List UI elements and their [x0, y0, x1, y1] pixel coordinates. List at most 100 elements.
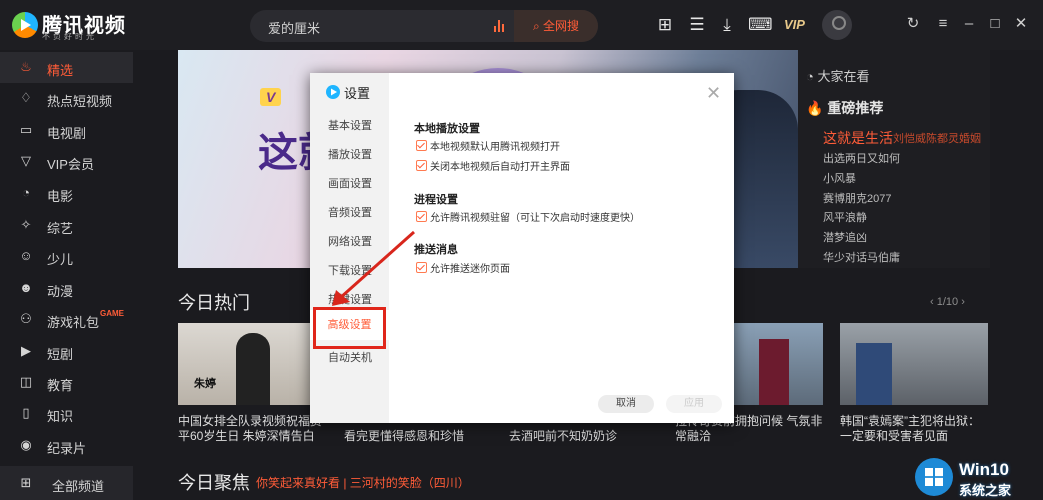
checkbox-checked-icon[interactable] — [416, 262, 427, 273]
maximize-icon[interactable]: □ — [986, 15, 1004, 33]
option-default-open[interactable]: 本地视频默认用腾讯视频打开 — [416, 138, 560, 153]
refresh-icon[interactable]: ↻ — [904, 15, 922, 33]
recommend-label: 重磅推荐 — [827, 100, 884, 116]
settings-nav-basic[interactable]: 基本设置 — [328, 117, 372, 133]
sidebar-item-vip[interactable]: ▽ VIP会员 — [0, 146, 133, 177]
add-video-icon[interactable]: ⊞ — [654, 14, 676, 36]
vip-badge[interactable]: VIP — [784, 17, 805, 32]
section-title-focus-today: 今日聚焦 — [178, 473, 250, 493]
trending-item[interactable]: 风平浪静 — [823, 209, 867, 225]
game-badge: GAME — [100, 309, 124, 318]
recommend-header: 🔥 重磅推荐 — [806, 98, 883, 118]
checkbox-checked-icon[interactable] — [416, 160, 427, 171]
sidebar-item-label: 电影 — [47, 189, 74, 204]
sidebar-item-label: 短剧 — [47, 347, 74, 362]
tv-icon: ▭ — [19, 122, 33, 137]
sidebar-item-movie[interactable]: ◔ 电影 — [0, 178, 133, 209]
sidebar-item-knowledge[interactable]: ▯ 知识 — [0, 398, 133, 429]
watermark-sub: 系统之家 — [959, 483, 1012, 498]
close-dialog-icon[interactable]: ✕ — [706, 83, 721, 104]
search-all-button[interactable]: ⌕ 全网搜 — [514, 10, 598, 42]
player-figure — [759, 339, 789, 405]
tencent-video-logo-icon — [326, 85, 340, 99]
watermark: Win10 系统之家 — [915, 458, 1043, 500]
minimize-icon[interactable]: – — [960, 15, 978, 33]
video-caption[interactable]: 韩国“袁嫣案”主犯将出狱：一定要和受害者见面 — [840, 414, 990, 444]
settings-nav-download[interactable]: 下载设置 — [328, 262, 372, 278]
video-caption[interactable]: 看完更懂得感恩和珍惜 — [344, 429, 484, 444]
sidebar-item-documentary[interactable]: ◉ 纪录片 — [0, 430, 133, 461]
option-allow-resident[interactable]: 允许腾讯视频驻留（可让下次启动时速度更快） — [416, 209, 640, 224]
checkbox-checked-icon[interactable] — [416, 140, 427, 151]
sidebar-item-kids[interactable]: ☺ 少儿 — [0, 241, 133, 272]
video-thumbnail[interactable]: 朱婷 — [178, 323, 326, 405]
group-title-local-playback: 本地播放设置 — [414, 123, 480, 135]
windows-logo-icon — [915, 458, 953, 496]
play-icon: ▶ — [21, 343, 31, 358]
flame-icon: ♨ — [20, 59, 32, 74]
group-title-process: 进程设置 — [414, 194, 458, 206]
option-label: 允许推送迷你页面 — [430, 264, 510, 275]
close-window-icon[interactable]: ✕ — [1012, 15, 1030, 33]
fire-icon: 🔥 — [806, 100, 824, 116]
video-caption[interactable]: 去酒吧前不知奶奶诊 — [509, 429, 649, 444]
variety-icon: ✧ — [20, 217, 32, 232]
focus-tags[interactable]: 你笑起来真好看 | 三河村的笑脸（四川） — [256, 474, 470, 491]
education-icon: ◫ — [19, 374, 33, 389]
cancel-button[interactable]: 取消 — [598, 395, 654, 413]
recommend-title[interactable]: 这就是生活 — [823, 128, 893, 148]
option-open-main-after-close[interactable]: 关闭本地视频后自动打开主界面 — [416, 158, 570, 173]
download-icon[interactable]: ⤓ — [716, 14, 738, 36]
checkbox-checked-icon[interactable] — [416, 211, 427, 222]
apply-button[interactable]: 应用 — [666, 395, 722, 413]
settings-nav-audio[interactable]: 音频设置 — [328, 204, 372, 220]
sidebar-item-label: 知识 — [47, 409, 74, 424]
trending-item[interactable]: 赛博朋克2077 — [823, 190, 891, 206]
trending-item[interactable]: 小风暴 — [823, 170, 856, 186]
trending-item[interactable]: 华少对话马伯庸 — [823, 249, 900, 265]
video-thumbnail[interactable] — [840, 323, 988, 405]
all-channels-button[interactable]: ⊞ 全部频道 — [0, 466, 133, 500]
settings-nav-auto-shutdown[interactable]: 自动关机 — [328, 349, 372, 365]
settings-nav-network[interactable]: 网络设置 — [328, 233, 372, 249]
sidebar-item-label: 热点短视频 — [47, 94, 113, 109]
banner-vip-badge: V — [260, 88, 282, 106]
section-title-hot-today: 今日热门 — [178, 293, 250, 313]
book-icon: ▯ — [22, 405, 30, 420]
settings-nav-picture[interactable]: 画面设置 — [328, 175, 372, 191]
tencent-video-logo-icon[interactable] — [12, 12, 38, 38]
recommend-subtitle[interactable]: 刘恺威陈都灵婚姻 — [893, 130, 983, 146]
search-input[interactable]: 爱的厘米 — [268, 18, 320, 37]
video-caption[interactable]: 中国女排全队录视频祝福贾平60岁生日 朱婷深情告白 — [178, 414, 328, 444]
game-controller-icon[interactable]: ⌨ — [748, 14, 773, 36]
kids-icon: ☺ — [19, 248, 33, 263]
page-indicator: 1/10 — [936, 296, 959, 308]
sidebar-item-education[interactable]: ◫ 教育 — [0, 367, 133, 398]
settings-nav-playback[interactable]: 播放设置 — [328, 146, 372, 162]
option-label: 允许腾讯视频驻留（可让下次启动时速度更快） — [430, 213, 640, 224]
trending-header-label: 大家在看 — [817, 69, 870, 84]
sidebar-item-game-gift[interactable]: ⚇ 游戏礼包 GAME — [0, 304, 133, 335]
menu-icon[interactable]: ≡ — [934, 15, 952, 33]
sidebar-item-short-drama[interactable]: ▶ 短剧 — [0, 336, 133, 367]
sidebar-item-featured[interactable]: ♨ 精选 — [0, 52, 133, 83]
history-icon[interactable]: ☰ — [686, 14, 708, 36]
prev-page-icon[interactable]: ‹ — [930, 296, 934, 308]
trending-item[interactable]: 出选两日又如何 — [823, 150, 900, 166]
officer-figure — [856, 343, 892, 405]
thumb-name: 朱婷 — [194, 378, 216, 390]
sidebar-item-tv[interactable]: ▭ 电视剧 — [0, 115, 133, 146]
option-allow-mini-page[interactable]: 允许推送迷你页面 — [416, 260, 510, 275]
app-subtitle: 不负好时光 — [42, 32, 97, 41]
settings-nav-hotkeys[interactable]: 热键设置 — [328, 291, 372, 307]
trending-bars-icon[interactable] — [494, 20, 508, 32]
search-box[interactable]: 爱的厘米 ⌕ 全网搜 — [250, 10, 598, 42]
user-avatar[interactable] — [822, 10, 852, 40]
sidebar-item-hot-short-video[interactable]: ♢ 热点短视频 — [0, 83, 133, 114]
sidebar-item-anime[interactable]: ☻ 动漫 — [0, 273, 133, 304]
trending-item[interactable]: 潜梦追凶 — [823, 229, 867, 245]
option-label: 关闭本地视频后自动打开主界面 — [430, 162, 570, 173]
next-page-icon[interactable]: › — [961, 296, 965, 308]
sidebar-item-variety[interactable]: ✧ 综艺 — [0, 210, 133, 241]
vip-icon: ▽ — [21, 153, 31, 168]
